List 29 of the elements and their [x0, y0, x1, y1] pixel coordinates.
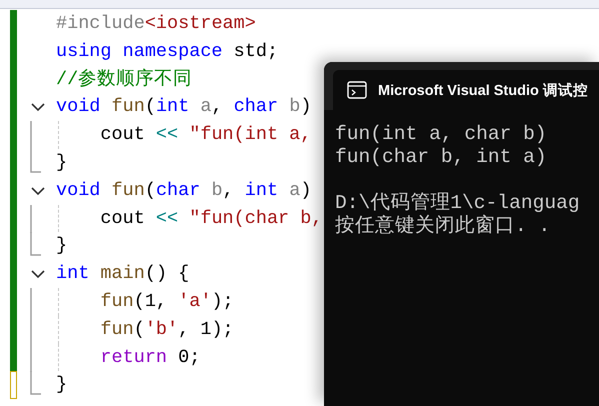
code-line: cout << "fun(int a,	[52, 121, 312, 149]
code-line: void fun(char b, int a)	[55, 178, 312, 203]
fold-line	[30, 121, 34, 150]
code-line: using namespace std;	[55, 40, 278, 64]
fold-end-line	[30, 232, 42, 256]
code-line: cout << "fun(char b,	[52, 204, 322, 232]
console-tab[interactable]: Microsoft Visual Studio 调试控	[333, 70, 599, 110]
code-line: int main() {	[55, 262, 190, 286]
code-line: #include<iostream>	[55, 12, 256, 36]
terminal-icon	[347, 81, 367, 99]
code-line: }	[55, 234, 68, 258]
code-line: fun('b', 1);	[52, 316, 234, 344]
collapse-chevron-icon[interactable]	[31, 269, 45, 280]
fold-line	[30, 204, 34, 233]
fold-end-line	[30, 371, 42, 396]
collapse-chevron-icon[interactable]	[31, 102, 45, 112]
console-title: Microsoft Visual Studio 调试控	[378, 82, 588, 100]
collapse-chevron-icon[interactable]	[31, 186, 45, 196]
code-line: fun(1, 'a');	[52, 288, 234, 316]
console-output-line: fun(char b, int a)	[335, 146, 548, 169]
console-output-line: 按任意键关闭此窗口. .	[335, 215, 552, 238]
fold-end-line	[30, 148, 42, 173]
code-line: }	[55, 150, 68, 175]
code-line: }	[55, 373, 68, 398]
code-line: //参数顺序不同	[55, 68, 192, 92]
code-line: return 0;	[52, 344, 200, 372]
console-output-line: fun(int a, char b)	[335, 123, 548, 146]
code-line: void fun(int a, char b)	[55, 95, 312, 120]
console-output-line: D:\代码管理1\c-languag	[335, 192, 581, 214]
